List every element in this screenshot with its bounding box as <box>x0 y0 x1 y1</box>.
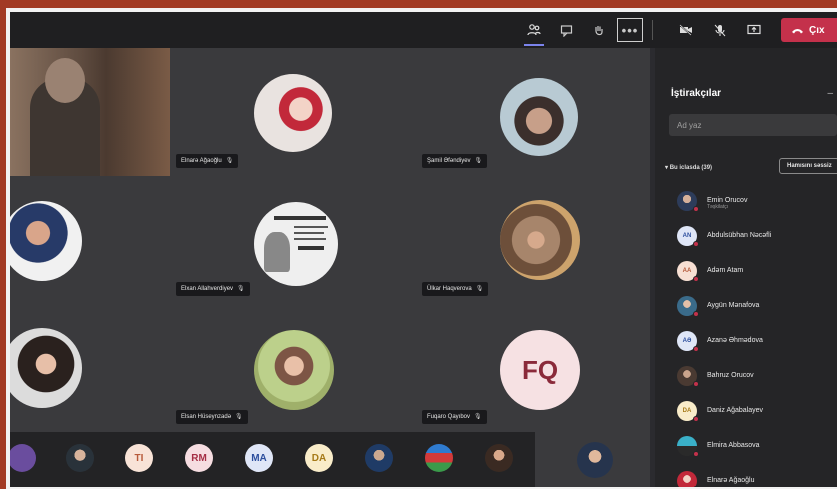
strip-avatar[interactable] <box>485 444 513 472</box>
participant-item[interactable]: AƏ Azanə Əhmədova <box>677 323 837 358</box>
participant-name: Aygün Mənafova <box>707 302 760 309</box>
mic-muted-icon: 🎙︎ <box>235 414 243 420</box>
video-grid: Elnarə Ağaoğlu 🎙︎ Şamil Əfəndiyev 🎙︎ Elxan… <box>10 48 650 432</box>
participant-avatar <box>677 365 699 387</box>
raise-hand-icon[interactable] <box>586 19 610 41</box>
participant-role: Təşkilatçı <box>707 204 729 210</box>
participant-name-label: Fuqaro Qayıbov 🎙︎ <box>422 410 487 424</box>
participant-tile[interactable]: Elxan Allahverdiyev 🎙︎ <box>170 176 416 304</box>
in-meeting-section-header[interactable]: ▾ Bu iclasda (39) <box>665 164 712 171</box>
mic-muted-icon: 🎙︎ <box>237 286 245 292</box>
participant-name: Elnarə Ağaoğlu <box>707 477 755 484</box>
leave-label: Çıx <box>809 24 825 36</box>
strip-avatar[interactable]: TI <box>125 444 153 472</box>
participant-item[interactable]: Emin Orucov Təşkilatçı <box>677 183 837 218</box>
participant-item[interactable]: Aygün Mənafova <box>677 288 837 323</box>
participant-tile[interactable]: Elsan Hüseynzadə 🎙︎ <box>170 304 416 432</box>
participants-panel: İştirakçılar – ▾ Bu iclasda (39) Hamısın… <box>655 48 837 487</box>
participant-item[interactable]: Elnarə Ağaoğlu <box>677 463 837 487</box>
participant-name-label: Ülkar Haqverova 🎙︎ <box>422 282 489 296</box>
participant-tile[interactable]: Elnarə Ağaoğlu 🎙︎ <box>170 48 416 176</box>
participant-item[interactable]: Bahruz Orucov <box>677 358 837 393</box>
participant-name-label: Şamil Əfəndiyev 🎙︎ <box>422 154 488 168</box>
avatar <box>10 201 82 281</box>
avatar <box>254 74 332 152</box>
participant-avatar <box>677 295 699 317</box>
participant-search-input[interactable] <box>669 114 837 136</box>
share-screen-icon[interactable] <box>742 19 766 41</box>
participant-avatar <box>677 190 699 212</box>
camera-off-icon[interactable] <box>674 19 698 41</box>
mic-muted-icon: 🎙︎ <box>474 414 482 420</box>
participant-name-label: Elsan Hüseynzadə 🎙︎ <box>176 410 248 424</box>
leave-button[interactable]: Çıx <box>781 18 837 42</box>
strip-avatar[interactable]: MA <box>245 444 273 472</box>
avatar <box>254 202 338 286</box>
strip-avatar[interactable]: DA <box>305 444 333 472</box>
overflow-participants-strip: TI RM MA DA <box>10 432 535 487</box>
toolbar-divider <box>652 20 653 40</box>
participant-name: Abdulsübhan Nəcəfli <box>707 232 772 239</box>
more-options-button[interactable]: ••• <box>617 18 643 42</box>
participant-tile[interactable]: Ülkar Haqverova 🎙︎ <box>416 176 650 304</box>
participant-avatar: AA <box>677 260 699 282</box>
participant-name: Emin Orucov <box>707 197 748 204</box>
participant-name-label: Elnarə Ağaoğlu 🎙︎ <box>176 154 239 168</box>
mic-muted-icon: 🎙︎ <box>474 158 483 164</box>
participant-item[interactable]: DA Daniz Ağabalayev <box>677 393 837 428</box>
participant-name: Azanə Əhmədova <box>707 337 763 344</box>
participant-name: Bahruz Orucov <box>707 372 754 379</box>
participant-avatar: AN <box>677 225 699 247</box>
strip-avatar[interactable] <box>425 444 453 472</box>
participant-tile[interactable] <box>10 304 170 432</box>
strip-avatar[interactable]: RM <box>185 444 213 472</box>
mic-muted-icon: 🎙︎ <box>225 158 234 164</box>
participant-name: Daniz Ağabalayev <box>707 407 764 414</box>
avatar <box>500 78 578 156</box>
participant-avatar: AƏ <box>677 330 699 352</box>
participant-list: Emin Orucov Təşkilatçı AN Abdulsübhan Nə… <box>677 183 837 487</box>
participant-avatar: DA <box>677 400 699 422</box>
mic-muted-icon: 🎙︎ <box>475 286 484 292</box>
participant-tile[interactable]: FQ Fuqaro Qayıbov 🎙︎ <box>416 304 650 432</box>
mute-all-button[interactable]: Hamısını səssiz <box>779 158 837 174</box>
participant-item[interactable]: AA Adəm Atam <box>677 253 837 288</box>
photo-frame: ••• Çıx Elnarə Ağaoğlu 🎙︎ Şamil Əfəndiye… <box>6 8 837 489</box>
chat-icon[interactable] <box>554 19 578 41</box>
panel-close-icon[interactable]: – <box>827 88 833 99</box>
avatar <box>10 328 82 408</box>
hang-up-icon <box>792 28 803 33</box>
participant-item[interactable]: AN Abdulsübhan Nəcəfli <box>677 218 837 253</box>
strip-avatar[interactable] <box>66 444 94 472</box>
meeting-window: ••• Çıx Elnarə Ağaoğlu 🎙︎ Şamil Əfəndiye… <box>10 12 837 487</box>
participant-avatar <box>677 435 699 457</box>
participant-tile[interactable]: Şamil Əfəndiyev 🎙︎ <box>416 48 650 176</box>
person-head <box>45 58 85 103</box>
self-avatar <box>577 442 613 478</box>
strip-avatar[interactable] <box>10 444 36 472</box>
participant-name: Elmira Abbasova <box>707 442 760 449</box>
panel-title: İştirakçılar <box>671 88 722 99</box>
avatar <box>254 330 334 410</box>
participant-name: Adəm Atam <box>707 267 744 274</box>
participant-tile[interactable] <box>10 176 170 304</box>
strip-avatar[interactable] <box>365 444 393 472</box>
participant-item[interactable]: Elmira Abbasova <box>677 428 837 463</box>
participant-avatar <box>677 470 699 487</box>
participant-name-label: Elxan Allahverdiyev 🎙︎ <box>176 282 250 296</box>
participants-icon[interactable] <box>522 19 546 46</box>
participant-tile[interactable] <box>10 48 170 176</box>
self-video-preview[interactable] <box>535 432 650 487</box>
initials-avatar: FQ <box>500 330 580 410</box>
mic-off-icon[interactable] <box>708 19 732 41</box>
meeting-toolbar: ••• Çıx <box>10 12 837 48</box>
avatar <box>500 200 580 280</box>
